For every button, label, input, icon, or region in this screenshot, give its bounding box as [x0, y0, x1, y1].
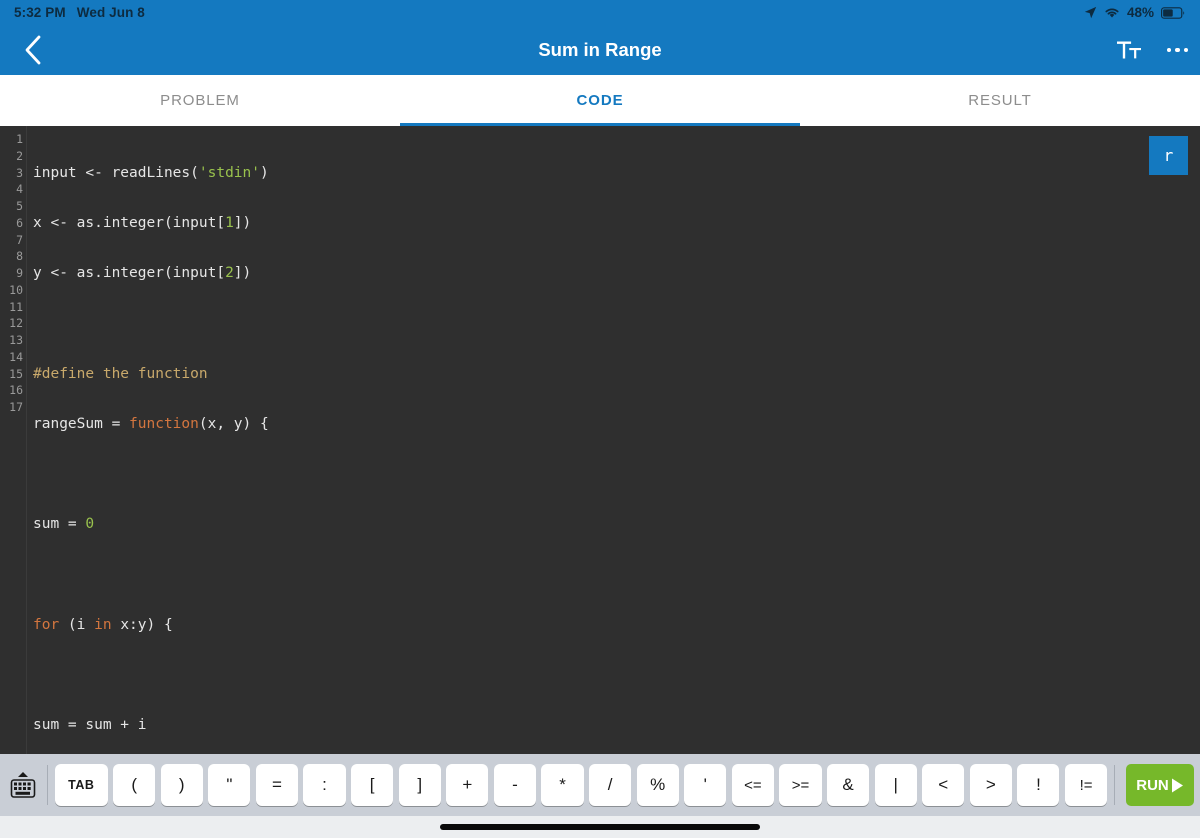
home-indicator[interactable]	[440, 824, 760, 830]
key-doublequote[interactable]: "	[208, 764, 251, 806]
key-tab[interactable]: TAB	[55, 764, 108, 806]
run-button[interactable]: RUN	[1126, 764, 1194, 806]
line-number: 11	[9, 299, 23, 314]
run-button-label: RUN	[1136, 776, 1169, 794]
key-plus[interactable]: +	[446, 764, 489, 806]
code-text: #define the function	[33, 365, 208, 382]
status-bar-left: 5:32 PM Wed Jun 8	[14, 5, 145, 20]
code-line: sum = 0	[33, 516, 1200, 533]
line-number: 12	[9, 316, 23, 331]
text-size-icon[interactable]	[1116, 40, 1141, 60]
navigation-bar-actions	[1116, 25, 1188, 75]
line-number: 8	[16, 249, 23, 264]
line-number: 2	[16, 148, 23, 163]
code-line: for (i in x:y) {	[33, 617, 1200, 634]
code-content[interactable]: input <- readLines('stdin') x <- as.inte…	[27, 126, 1200, 754]
code-text: x <- as.integer(input[1])	[33, 214, 252, 231]
line-number-gutter: 1 2 3 4 5 6 7 8 9 10 11 12 13 14 15 16 1…	[0, 126, 27, 754]
status-date: Wed Jun 8	[76, 5, 145, 20]
line-number: 7	[16, 232, 23, 247]
key-not-equal[interactable]: !=	[1064, 764, 1108, 806]
key-less[interactable]: <	[922, 764, 965, 806]
key-less-equal[interactable]: <=	[731, 764, 774, 806]
app-root: 5:32 PM Wed Jun 8 48% Sum in Range PROBL…	[0, 0, 1200, 838]
tab-code[interactable]: CODE	[400, 75, 800, 126]
code-text: for (i in x:y) {	[33, 616, 173, 633]
line-number: 10	[9, 282, 23, 297]
code-text: y <- as.integer(input[2])	[33, 265, 252, 281]
key-singlequote[interactable]: '	[684, 764, 727, 806]
key-rbracket[interactable]: ]	[398, 764, 441, 806]
line-number: 16	[9, 383, 23, 398]
navigation-bar: Sum in Range	[0, 25, 1200, 75]
key-asterisk[interactable]: *	[541, 764, 584, 806]
page-title: Sum in Range	[538, 39, 662, 60]
location-arrow-icon	[1084, 6, 1097, 19]
keyboard-key-list: TAB ( ) " = : [ ] + - * / % ' <= >= & | …	[55, 764, 1108, 806]
battery-icon	[1161, 6, 1186, 19]
key-rparen[interactable]: )	[160, 764, 203, 806]
line-number: 17	[9, 400, 23, 414]
line-number: 14	[9, 349, 23, 364]
code-line: input <- readLines('stdin')	[33, 165, 1200, 182]
tab-result[interactable]: RESULT	[800, 75, 1200, 126]
keyboard-accessory-bar: TAB ( ) " = : [ ] + - * / % ' <= >= & | …	[0, 754, 1200, 816]
key-colon[interactable]: :	[303, 764, 346, 806]
line-number: 1	[16, 132, 23, 146]
line-number: 5	[16, 199, 23, 213]
line-number: 9	[16, 266, 23, 280]
keyboard-bar-divider	[47, 765, 48, 805]
line-number: 13	[9, 333, 23, 347]
keyboard-bar-divider-right	[1114, 765, 1115, 805]
code-text: sum = 0	[33, 516, 95, 533]
key-slash[interactable]: /	[589, 764, 632, 806]
tab-bar: PROBLEM CODE RESULT	[0, 75, 1200, 126]
key-minus[interactable]: -	[493, 764, 536, 806]
code-text: input <- readLines('stdin')	[33, 164, 269, 181]
wifi-icon	[1104, 6, 1120, 19]
keyboard-dismiss-icon	[10, 772, 36, 798]
line-number: 4	[16, 182, 23, 197]
ellipsis-icon[interactable]	[1166, 47, 1188, 53]
key-greater-equal[interactable]: >=	[779, 764, 822, 806]
status-time: 5:32 PM	[14, 5, 66, 20]
key-percent[interactable]: %	[636, 764, 679, 806]
battery-percent: 48%	[1126, 5, 1154, 20]
key-pipe[interactable]: |	[874, 764, 917, 806]
key-lbracket[interactable]: [	[351, 764, 394, 806]
key-ampersand[interactable]: &	[827, 764, 870, 806]
status-bar: 5:32 PM Wed Jun 8 48%	[0, 0, 1200, 25]
status-bar-right: 48%	[1084, 5, 1186, 20]
code-text: rangeSum = function(x, y) {	[33, 415, 269, 432]
code-line: rangeSum = function(x, y) {	[33, 416, 1200, 433]
key-exclamation[interactable]: !	[1017, 764, 1060, 806]
code-line: y <- as.integer(input[2])	[33, 265, 1200, 282]
line-number: 15	[9, 366, 23, 381]
code-editor[interactable]: 1 2 3 4 5 6 7 8 9 10 11 12 13 14 15 16 1…	[0, 126, 1200, 754]
keyboard-dismiss-button[interactable]	[6, 771, 40, 799]
play-icon	[1171, 778, 1183, 792]
code-line: sum = sum + i	[33, 717, 1200, 734]
code-text: sum = sum + i	[33, 717, 147, 734]
line-number: 6	[16, 215, 23, 230]
home-indicator-area	[0, 816, 1200, 838]
code-line: x <- as.integer(input[1])	[33, 215, 1200, 232]
key-equals[interactable]: =	[255, 764, 298, 806]
language-badge[interactable]: r	[1149, 136, 1188, 175]
line-number: 3	[16, 165, 23, 180]
key-lparen[interactable]: (	[113, 764, 156, 806]
code-line: #define the function	[33, 366, 1200, 383]
tab-problem[interactable]: PROBLEM	[0, 75, 400, 126]
key-greater[interactable]: >	[969, 764, 1012, 806]
